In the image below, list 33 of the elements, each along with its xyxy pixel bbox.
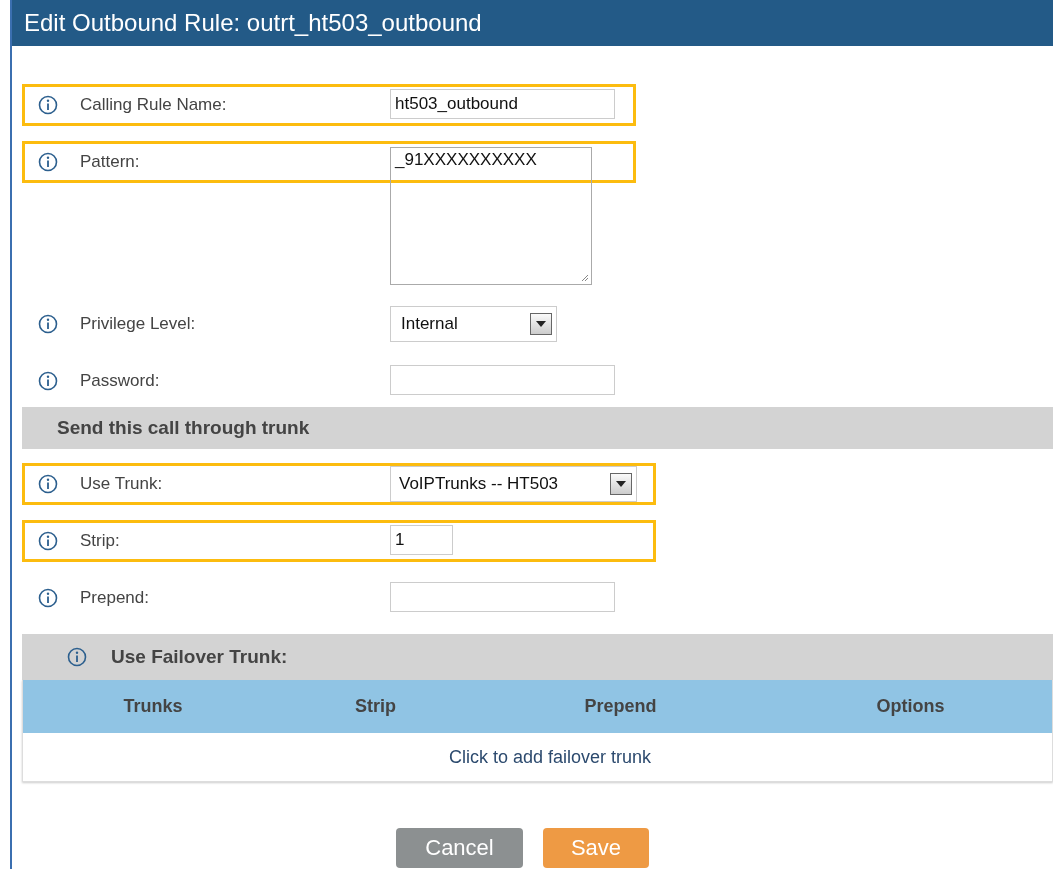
window-title: Edit Outbound Rule: outrt_ht503_outbound <box>24 9 482 37</box>
input-field[interactable] <box>390 582 615 612</box>
info-icon[interactable] <box>38 588 58 608</box>
field-label: Pattern: <box>80 152 141 172</box>
input-field[interactable]: ht503_outbound <box>390 89 615 119</box>
resize-grip-icon[interactable] <box>579 272 589 282</box>
column-header: Trunks <box>122 696 184 717</box>
dropdown[interactable]: VoIPTrunks -- HT503 <box>390 466 637 502</box>
field-label: Prepend: <box>80 588 150 608</box>
caret-icon[interactable] <box>616 481 626 487</box>
info-icon[interactable] <box>38 474 58 494</box>
dropdown[interactable]: Internal <box>390 306 557 342</box>
info-icon[interactable] <box>38 314 58 334</box>
info-icon[interactable] <box>38 371 58 391</box>
column-header: Prepend <box>583 696 658 717</box>
info-icon[interactable] <box>38 95 58 115</box>
caret-icon[interactable] <box>536 321 546 327</box>
field-label: Strip: <box>80 531 121 551</box>
input-field[interactable]: 1 <box>390 525 453 555</box>
info-icon[interactable] <box>67 647 87 667</box>
column-header: Strip <box>354 696 397 717</box>
info-icon[interactable] <box>38 152 58 172</box>
field-label: Use Trunk: <box>80 474 164 494</box>
section-title: Send this call through trunk <box>57 417 310 439</box>
pattern-textarea[interactable]: _91XXXXXXXXXX <box>390 147 592 285</box>
section-title: Use Failover Trunk: <box>111 646 288 668</box>
field-label: Calling Rule Name: <box>80 95 228 115</box>
field-label: Privilege Level: <box>80 314 197 334</box>
column-header: Options <box>875 696 946 717</box>
field-label: Password: <box>80 371 161 391</box>
info-icon[interactable] <box>38 531 58 551</box>
add-failover-link[interactable]: Click to add failover trunk <box>448 746 652 768</box>
input-field[interactable] <box>390 365 615 395</box>
